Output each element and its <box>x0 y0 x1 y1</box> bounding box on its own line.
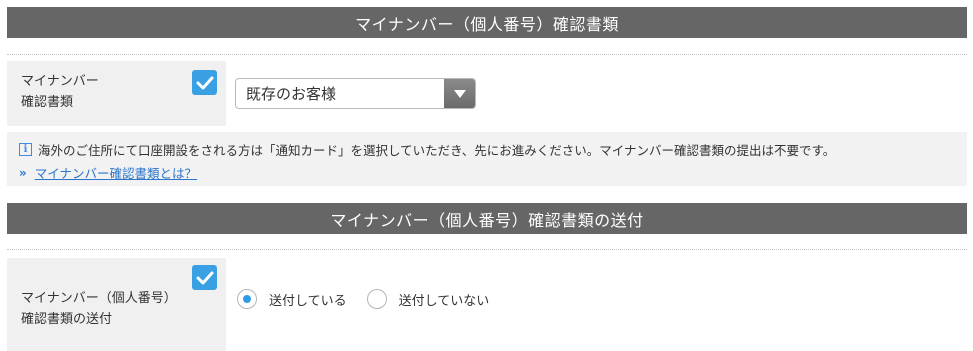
info-text: 海外のご住所にて口座開設をされる方は「通知カード」を選択していただき、先にお進み… <box>38 143 836 158</box>
radio-button[interactable] <box>366 289 387 309</box>
field-label-cell: マイナンバー（個人番号） 確認書類の送付 <box>7 258 226 351</box>
section-title: マイナンバー（個人番号）確認書類 <box>355 14 619 34</box>
chevron-down-icon[interactable] <box>444 79 475 108</box>
double-chevron-right-icon: » <box>19 165 27 180</box>
section-header-mynumber-documents: マイナンバー（個人番号）確認書類 <box>7 7 967 38</box>
divider <box>7 54 967 55</box>
radio-label: 送付している <box>269 293 347 309</box>
field-label: マイナンバー（個人番号） 確認書類の送付 <box>21 291 177 327</box>
info-icon: i <box>19 143 32 156</box>
radio-button-selected[interactable] <box>237 289 257 309</box>
field-label: マイナンバー 確認書類 <box>21 74 99 110</box>
section-title: マイナンバー（個人番号）確認書類の送付 <box>330 210 644 230</box>
radio-label: 送付していない <box>398 293 490 309</box>
mynumber-documents-help-link[interactable]: マイナンバー確認書類とは？ <box>35 163 197 182</box>
divider <box>7 249 967 250</box>
submission-radio-group: 送付している 送付していない <box>237 289 509 309</box>
radio-not-submitted[interactable]: 送付していない <box>366 289 490 309</box>
field-label-cell: マイナンバー 確認書類 <box>7 61 226 126</box>
section-header-mynumber-submission: マイナンバー（個人番号）確認書類の送付 <box>7 203 967 234</box>
select-value: 既存のお客様 <box>246 85 337 103</box>
document-type-select[interactable]: 既存のお客様 <box>235 78 476 109</box>
radio-submitted[interactable]: 送付している <box>237 289 347 309</box>
required-check-icon <box>192 70 217 95</box>
required-check-icon <box>192 265 217 290</box>
info-notice: i 海外のご住所にて口座開設をされる方は「通知カード」を選択していただき、先にお… <box>7 132 967 186</box>
